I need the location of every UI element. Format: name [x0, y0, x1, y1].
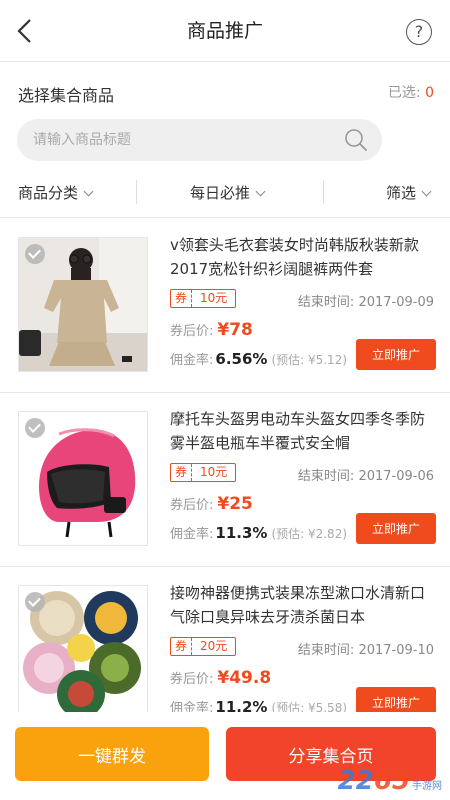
commission-label: 佣金率: [170, 527, 214, 542]
price-row: 券后价: ¥78 [170, 320, 253, 340]
selected-prefix: 已选: [387, 85, 421, 101]
watermark-logo: 2265 手游网 [338, 766, 442, 796]
watermark-suffix: 手游网 [412, 781, 442, 792]
selected-number: 0 [425, 85, 434, 101]
commission-estimate: (预估: ¥5.12) [271, 353, 348, 367]
coupon-amount: 10元 [200, 291, 228, 305]
end-time-label: 结束时间: [297, 469, 355, 484]
price-label: 券后价: [170, 498, 214, 513]
coupon-amount: 10元 [200, 465, 228, 479]
price-label: 券后价: [170, 324, 214, 339]
coupon-badge: 券 20元 [170, 637, 237, 656]
filter-category-label: 商品分类 [18, 184, 79, 202]
select-checkbox[interactable] [25, 592, 45, 612]
select-checkbox[interactable] [25, 244, 45, 264]
search-icon[interactable] [344, 128, 368, 152]
product-item[interactable]: 摩托车头盔男电动车头盔女四季冬季防雾半盔电瓶车半覆式安全帽 券 10元 结束时间… [0, 393, 450, 567]
coupon-tag: 券 [171, 464, 193, 481]
product-title[interactable]: 接吻神器便携式装果冻型漱口水清新口气除口臭异味去牙渍杀菌日本 [170, 581, 438, 629]
select-checkbox[interactable] [25, 418, 45, 438]
top-nav-bar: 商品推广 ? [0, 0, 450, 62]
price-row: 券后价: ¥25 [170, 494, 253, 514]
price-value: ¥49.8 [217, 668, 272, 688]
filter-daily-label: 每日必推 [190, 184, 251, 202]
product-title[interactable]: v领套头毛衣套装女时尚韩版秋装新款2017宽松针织衫阔腿裤两件套 [170, 233, 438, 281]
end-time-label: 结束时间: [297, 643, 355, 658]
filter-screen[interactable]: 筛选 [386, 182, 432, 203]
commission-label: 佣金率: [170, 353, 214, 368]
product-item[interactable]: v领套头毛衣套装女时尚韩版秋装新款2017宽松针织衫阔腿裤两件套 券 10元 结… [0, 219, 450, 393]
product-list: v领套头毛衣套装女时尚韩版秋装新款2017宽松针织衫阔腿裤两件套 券 10元 结… [0, 219, 450, 741]
chevron-down-icon [83, 186, 94, 197]
bulk-send-button[interactable]: 一键群发 [15, 727, 209, 781]
filter-category[interactable]: 商品分类 [18, 182, 94, 203]
divider [136, 180, 137, 204]
price-value: ¥25 [217, 494, 253, 514]
commission-rate: 11.3% [215, 524, 268, 542]
end-time: 结束时间: 2017-09-06 [298, 465, 434, 484]
coupon-badge: 券 10元 [170, 289, 237, 308]
promote-button[interactable]: 立即推广 [356, 339, 436, 370]
product-image[interactable] [18, 411, 148, 546]
end-time-label: 结束时间: [297, 295, 355, 310]
help-icon[interactable]: ? [406, 19, 432, 45]
commission-row: 佣金率: 11.3% (预估: ¥2.82) [170, 523, 347, 542]
chevron-down-icon [255, 186, 266, 197]
filter-screen-label: 筛选 [386, 184, 417, 202]
commission-rate: 6.56% [215, 350, 268, 368]
coupon-amount: 20元 [200, 639, 228, 653]
end-time-value: 2017-09-10 [358, 643, 434, 658]
product-image[interactable] [18, 585, 148, 720]
search-bar [17, 119, 382, 161]
coupon-tag: 券 [171, 638, 193, 655]
commission-row: 佣金率: 6.56% (预估: ¥5.12) [170, 349, 347, 368]
end-time: 结束时间: 2017-09-10 [298, 639, 434, 658]
end-time: 结束时间: 2017-09-09 [298, 291, 434, 310]
selection-header: 选择集合商品 已选: 0 [0, 62, 450, 114]
price-row: 券后价: ¥49.8 [170, 668, 271, 688]
end-time-value: 2017-09-09 [358, 295, 434, 310]
price-label: 券后价: [170, 672, 214, 687]
filter-bar: 商品分类 每日必推 筛选 [0, 170, 450, 218]
product-title[interactable]: 摩托车头盔男电动车头盔女四季冬季防雾半盔电瓶车半覆式安全帽 [170, 407, 438, 455]
chevron-down-icon [421, 186, 432, 197]
selected-count: 已选: 0 [388, 82, 434, 102]
commission-estimate: (预估: ¥2.82) [271, 527, 348, 541]
coupon-badge: 券 10元 [170, 463, 237, 482]
price-value: ¥78 [217, 320, 253, 340]
product-image[interactable] [18, 237, 148, 372]
end-time-value: 2017-09-06 [358, 469, 434, 484]
promote-button[interactable]: 立即推广 [356, 513, 436, 544]
coupon-tag: 券 [171, 290, 193, 307]
selection-label: 选择集合商品 [18, 86, 115, 105]
divider [323, 180, 324, 204]
search-input[interactable] [33, 119, 333, 161]
filter-daily[interactable]: 每日必推 [190, 182, 266, 203]
watermark-brand: 2265 [337, 766, 410, 796]
page-title: 商品推广 [186, 20, 263, 42]
